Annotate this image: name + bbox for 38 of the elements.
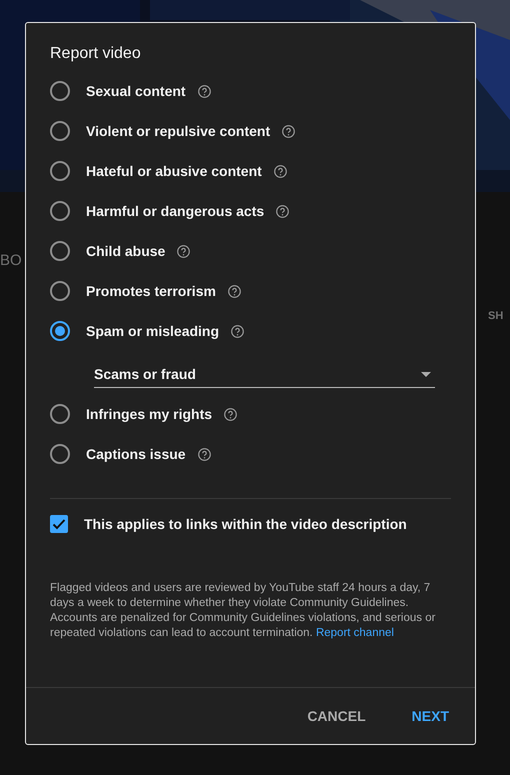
help-icon[interactable] [228,284,241,298]
help-icon[interactable] [224,408,238,420]
background-text: SH [488,310,504,322]
option-label[interactable]: Promotes terrorism [86,283,216,299]
report-channel-link[interactable]: Report channel [316,627,394,639]
option-label[interactable]: Spam or misleading [86,323,220,339]
notice-text: Flagged videos and users are reviewed by YouTube staff 24 hours a day, 7 days a week to determine whether they violate Community Guidelines. Accounts are penalized for Community Guidelines violations, and serious or repeated violations can lead to account termination. Report channel [50,581,436,641]
help-icon[interactable] [177,244,190,258]
help-icon[interactable] [274,164,287,178]
help-icon[interactable] [231,324,244,338]
dialog-title: Report video [50,45,142,63]
radio-button[interactable] [50,121,70,141]
option-label[interactable]: Harmful or dangerous acts [86,203,264,219]
help-icon[interactable] [198,448,211,460]
option-label[interactable]: Infringes my rights [86,406,212,422]
checkbox-label[interactable]: This applies to links within the video description [84,516,407,532]
help-icon[interactable] [282,124,296,138]
option-label[interactable]: Captions issue [86,446,186,462]
help-icon[interactable] [276,204,290,218]
radio-button[interactable] [50,241,70,261]
radio-button[interactable] [50,404,70,424]
radio-button[interactable] [50,201,70,221]
cancel-button[interactable]: CANCEL [297,700,376,732]
option-label[interactable]: Child abuse [86,243,166,259]
option-label[interactable]: Violent or repulsive content [86,123,270,139]
background-text: BO [0,252,22,269]
dropdown-field[interactable]: Scams or fraud [94,361,435,388]
radio-button[interactable] [50,321,70,341]
option-label[interactable]: Hateful or abusive content [86,163,262,179]
radio-button[interactable] [50,81,70,101]
caret-icon [421,372,431,376]
radio-button[interactable] [50,161,70,181]
help-icon[interactable] [198,84,211,98]
option-label[interactable]: Sexual content [86,83,186,99]
radio-button[interactable] [50,281,70,301]
next-button[interactable]: NEXT [402,700,459,732]
radio-button[interactable] [50,444,70,464]
checkbox[interactable] [50,515,68,533]
